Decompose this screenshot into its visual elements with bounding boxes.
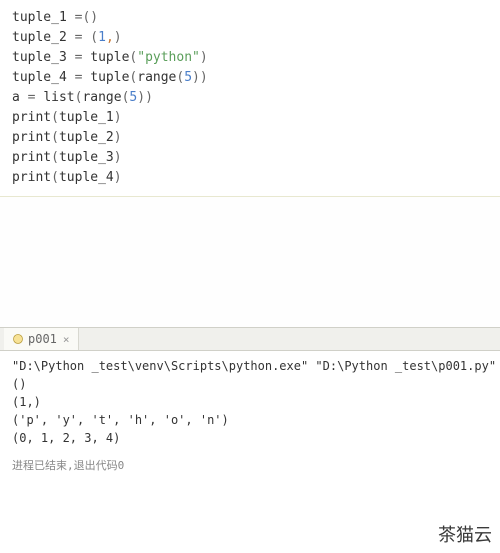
code-line[interactable]: print(tuple_1) <box>12 108 488 128</box>
console-line: "D:\Python _test\venv\Scripts\python.exe… <box>12 357 488 375</box>
code-line[interactable]: print(tuple_2) <box>12 128 488 148</box>
code-editor[interactable]: tuple_1 =()tuple_2 = (1,)tuple_3 = tuple… <box>0 0 500 197</box>
code-line[interactable]: a = list(range(5)) <box>12 88 488 108</box>
code-line[interactable]: tuple_1 =() <box>12 8 488 28</box>
run-tab[interactable]: p001 × <box>4 328 79 350</box>
watermark-text: 茶猫云 <box>438 521 492 547</box>
tab-label: p001 <box>28 332 57 346</box>
console-line: (0, 1, 2, 3, 4) <box>12 429 488 447</box>
editor-empty-space <box>0 197 500 327</box>
code-line[interactable]: tuple_4 = tuple(range(5)) <box>12 68 488 88</box>
process-status: 进程已结束,退出代码0 <box>0 453 500 477</box>
code-line[interactable]: print(tuple_3) <box>12 148 488 168</box>
console-line: (1,) <box>12 393 488 411</box>
code-line[interactable]: print(tuple_4) <box>12 168 488 188</box>
run-tab-bar: p001 × <box>0 327 500 351</box>
code-line[interactable]: tuple_2 = (1,) <box>12 28 488 48</box>
console-line: () <box>12 375 488 393</box>
close-icon[interactable]: × <box>63 333 70 346</box>
code-line[interactable]: tuple_3 = tuple("python") <box>12 48 488 68</box>
console-output[interactable]: "D:\Python _test\venv\Scripts\python.exe… <box>0 351 500 453</box>
python-file-icon <box>12 333 24 345</box>
console-line: ('p', 'y', 't', 'h', 'o', 'n') <box>12 411 488 429</box>
